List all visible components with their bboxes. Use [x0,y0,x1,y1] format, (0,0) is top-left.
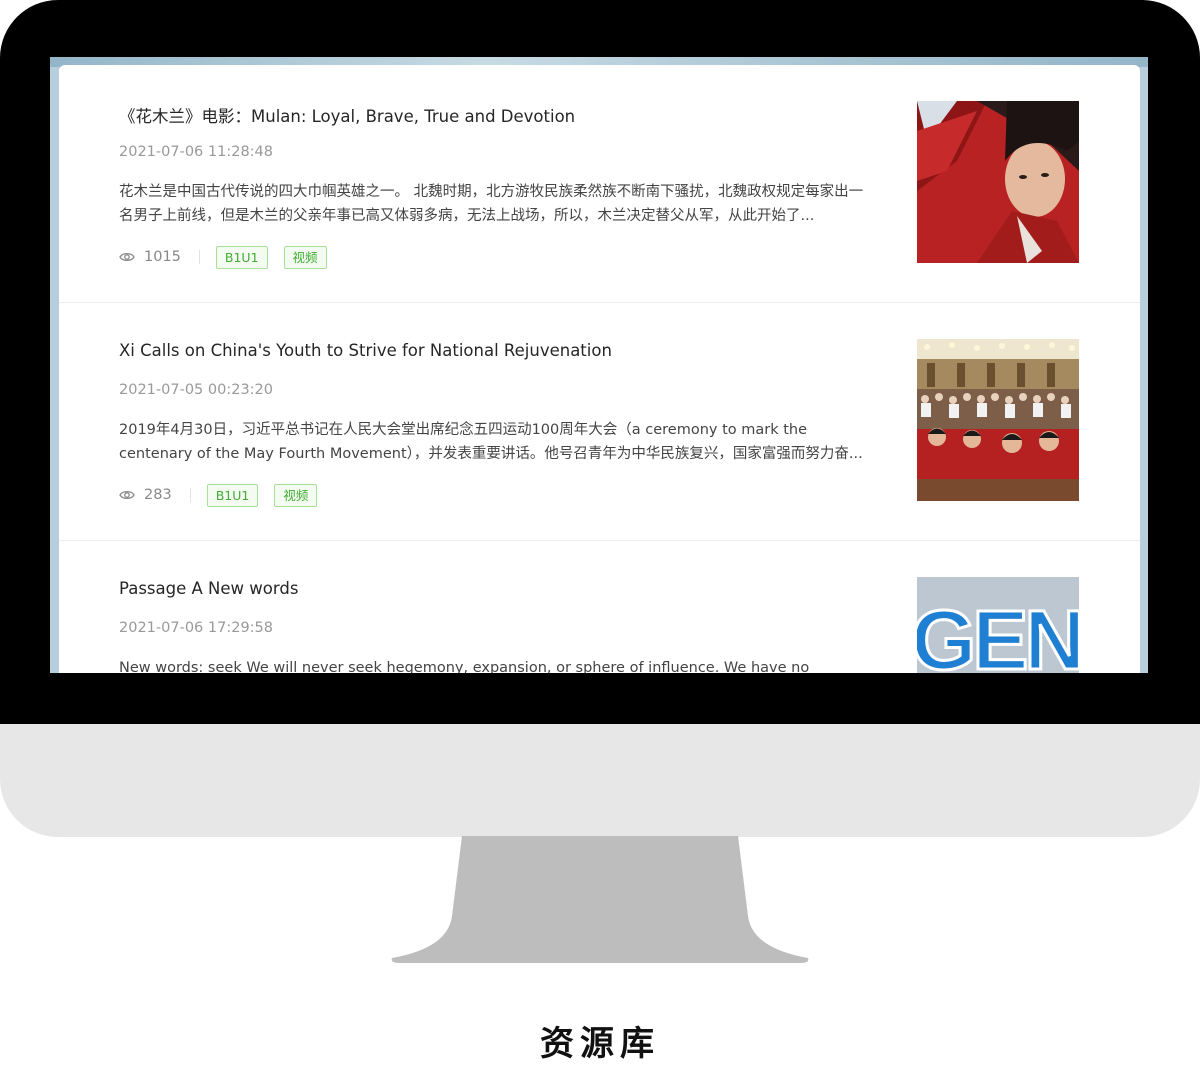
article-item-mulan[interactable]: 《花木兰》电影：Mulan: Loyal, Brave, True and De… [59,65,1140,303]
article-date: 2021-07-06 11:28:48 [119,144,273,160]
article-excerpt: 花木兰是中国古代传说的四大巾帼英雄之一。 北魏时期，北方游牧民族柔然族不断南下骚… [119,184,864,224]
mulan-image [917,101,1079,263]
eye-icon [119,490,135,500]
article-thumbnail[interactable] [917,101,1079,263]
monitor-frame: 《花木兰》电影：Mulan: Loyal, Brave, True and De… [0,0,1200,837]
article-title[interactable]: Passage A New words [119,579,298,598]
gen-image: GEN [917,577,1079,673]
article-item-xi-youth[interactable]: Xi Calls on China's Youth to Strive for … [59,303,1140,541]
article-list: 《花木兰》电影：Mulan: Loyal, Brave, True and De… [59,65,1140,673]
article-item-passage-a[interactable]: Passage A New words 2021-07-06 17:29:58 … [59,541,1140,673]
tag-video[interactable]: 视频 [283,245,327,269]
article-meta: 283 B1U1 视频 [119,483,333,507]
article-excerpt: 2019年4月30日，习近平总书记在人民大会堂出席纪念五四运动100周年大会（a… [119,422,863,462]
article-thumbnail[interactable]: GEN [917,577,1079,673]
article-thumbnail[interactable] [917,339,1079,501]
article-date: 2021-07-05 00:23:20 [119,382,273,398]
article-title[interactable]: Xi Calls on China's Youth to Strive for … [119,341,612,360]
svg-text:GEN: GEN [917,593,1079,673]
assembly-hall-image [917,339,1079,501]
view-count: 1015 [144,249,181,265]
view-count: 283 [144,487,172,503]
tag-unit[interactable]: B1U1 [206,483,259,507]
meta-divider [189,488,191,502]
article-meta: 1015 B1U1 视频 [119,245,343,269]
article-excerpt: New words: seek We will never seek hegem… [119,660,810,673]
article-date: 2021-07-06 17:29:58 [119,620,273,636]
monitor-screen: 《花木兰》电影：Mulan: Loyal, Brave, True and De… [50,57,1148,673]
eye-icon [119,252,135,262]
article-title[interactable]: 《花木兰》电影：Mulan: Loyal, Brave, True and De… [119,103,575,127]
meta-divider [198,250,200,264]
tag-unit[interactable]: B1U1 [215,245,268,269]
page-caption: 资源库 [540,1024,660,1064]
tag-video[interactable]: 视频 [274,483,318,507]
monitor-stand [391,836,809,963]
